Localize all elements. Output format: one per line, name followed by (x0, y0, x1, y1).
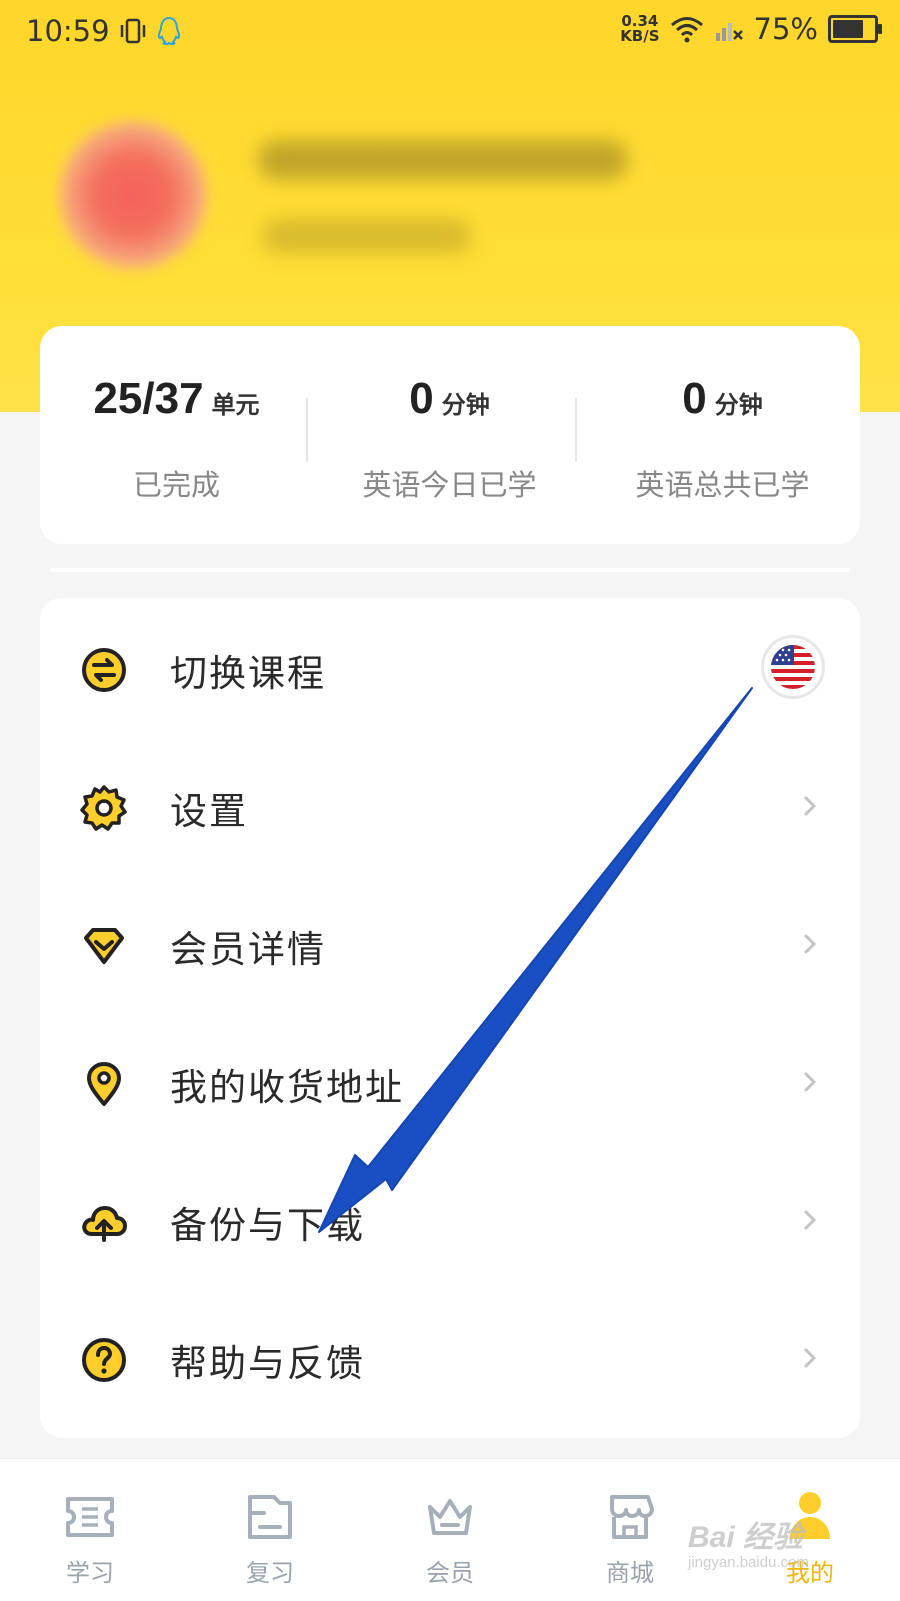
menu-card: 切换课程 设置 会员详情 我的收货地址 备份与下载 帮助与反馈 (40, 598, 860, 1438)
crown-icon (428, 1499, 472, 1535)
tab-study[interactable]: 学习 (0, 1459, 180, 1601)
stat-value-row: 0 分钟 (586, 374, 859, 424)
question-icon (82, 1338, 126, 1382)
stat-label: 已完成 (132, 468, 220, 502)
watermark-subtext: jingyan.baidu.com (688, 1554, 809, 1571)
location-pin-icon (87, 1062, 121, 1106)
stat-value: 0 (682, 374, 707, 423)
stats-card: 25/37 单元 已完成 0 分钟 英语今日已学 0 分钟 英语总共已学 (40, 326, 860, 544)
gear-icon (80, 785, 127, 831)
stat-total: 0 分钟 英语总共已学 (586, 326, 859, 544)
vibrate-icon (120, 18, 145, 44)
folder-icon (248, 1495, 292, 1539)
tab-membership[interactable]: 会员 (360, 1459, 540, 1601)
diamond-icon (84, 928, 124, 964)
menu-item-backup-download[interactable]: 备份与下载 (40, 1150, 860, 1290)
stat-value: 0 (409, 374, 434, 423)
status-bar: 10:59 0.34 KB/S 75% (0, 0, 900, 64)
menu-item-address[interactable]: 我的收货地址 (40, 1012, 860, 1152)
cloud-upload-icon (82, 1206, 127, 1242)
section-separator (50, 568, 850, 572)
chevron-right-icon (804, 1072, 817, 1092)
stat-unit: 分钟 (441, 391, 490, 419)
menu-item-label: 我的收货地址 (170, 1066, 404, 1109)
us-flag-icon[interactable] (764, 638, 822, 696)
stat-completed: 25/37 单元 已完成 (40, 326, 313, 544)
menu-item-switch-course[interactable]: 切换课程 (40, 598, 860, 738)
menu-item-help-feedback[interactable]: 帮助与反馈 (40, 1288, 860, 1428)
store-icon (610, 1495, 654, 1539)
chevron-right-icon (804, 796, 817, 816)
battery-icon (828, 15, 882, 43)
tab-label: 复习 (246, 1559, 294, 1587)
chevron-right-icon (804, 1210, 817, 1230)
status-left: 10:59 (26, 14, 182, 48)
stat-unit: 分钟 (714, 391, 763, 419)
switch-icon (82, 648, 126, 692)
cell-signal-icon (715, 23, 743, 41)
stat-divider (575, 398, 577, 462)
battery-fill (833, 20, 863, 38)
status-right: 0.34 KB/S 75% (620, 12, 882, 46)
stat-unit: 单元 (211, 391, 260, 419)
menu-item-label: 切换课程 (170, 652, 326, 695)
chevron-right-icon (804, 934, 817, 954)
stat-label: 英语今日已学 (362, 468, 537, 502)
avatar[interactable] (58, 120, 208, 270)
stat-today: 0 分钟 英语今日已学 (313, 326, 586, 544)
wifi-icon (670, 17, 703, 43)
menu-item-label: 帮助与反馈 (170, 1342, 365, 1385)
stat-divider (306, 398, 308, 462)
qq-penguin-icon (157, 16, 180, 46)
menu-item-label: 会员详情 (170, 928, 326, 971)
stat-value: 25/37 (93, 374, 204, 423)
network-speed-unit: KB/S (620, 27, 660, 45)
menu-item-label: 备份与下载 (170, 1204, 365, 1247)
menu-item-membership[interactable]: 会员详情 (40, 874, 860, 1014)
blurred-user-id (262, 218, 472, 254)
ticket-icon (66, 1497, 114, 1537)
stat-label: 英语总共已学 (635, 468, 810, 502)
tab-review[interactable]: 复习 (180, 1459, 360, 1601)
stat-value-row: 0 分钟 (313, 374, 586, 424)
network-speed: 0.34 KB/S (620, 14, 659, 44)
stat-value-row: 25/37 单元 (40, 374, 313, 424)
tab-label: 学习 (66, 1559, 114, 1587)
watermark-text: Bai 经验 (688, 1521, 804, 1554)
chevron-right-icon (804, 1348, 817, 1368)
menu-item-label: 设置 (170, 790, 248, 833)
status-time: 10:59 (26, 14, 110, 48)
baidu-watermark: Bai 经验 jingyan.baidu.com (688, 1512, 809, 1571)
blurred-username (258, 140, 628, 180)
tab-label: 会员 (426, 1559, 474, 1587)
battery-percent: 75% (753, 12, 818, 46)
menu-item-settings[interactable]: 设置 (40, 736, 860, 876)
